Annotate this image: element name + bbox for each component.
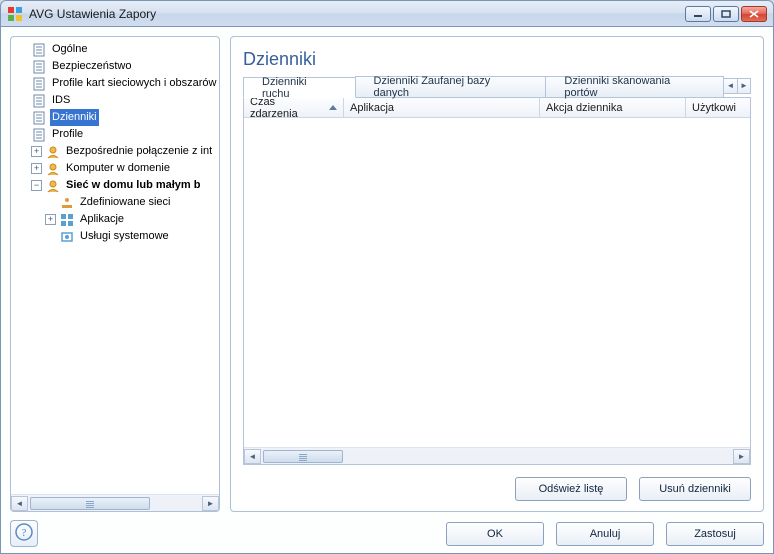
sort-asc-icon xyxy=(329,105,337,110)
tab-scroll-right-icon[interactable]: ► xyxy=(737,78,751,94)
tree-item-label: Aplikacje xyxy=(78,211,126,228)
grid-horizontal-scrollbar[interactable]: ◄ ► xyxy=(244,447,750,464)
scroll-thumb[interactable] xyxy=(30,497,150,510)
person-icon xyxy=(45,178,61,194)
maximize-button[interactable] xyxy=(713,6,739,22)
expand-icon[interactable]: + xyxy=(45,214,56,225)
tree-item-general[interactable]: Ogólne xyxy=(11,41,219,58)
log-grid: Czas zdarzenia Aplikacja Akcja dziennika… xyxy=(243,98,751,465)
network-icon xyxy=(59,195,75,211)
tree-item-security[interactable]: Bezpieczeństwo xyxy=(11,58,219,75)
tree-item-network-profiles[interactable]: Profile kart sieciowych i obszarów xyxy=(11,75,219,92)
window-title: AVG Ustawienia Zapory xyxy=(29,7,156,21)
tab-port-scan-logs[interactable]: Dzienniki skanowania portów xyxy=(545,76,724,97)
tree-item-logs[interactable]: Dzienniki xyxy=(11,109,219,126)
tree-item-label: Zdefiniowane sieci xyxy=(78,194,173,211)
tree-item-label: Sieć w domu lub małym b xyxy=(64,177,202,194)
tab-label: Dzienniki skanowania portów xyxy=(564,75,705,99)
services-icon xyxy=(59,229,75,245)
scroll-right-icon[interactable]: ► xyxy=(202,496,219,511)
minimize-button[interactable] xyxy=(685,6,711,22)
tree-item-applications[interactable]: + Aplikacje xyxy=(11,211,219,228)
tab-label: Dzienniki ruchu xyxy=(262,76,337,100)
column-label: Akcja dziennika xyxy=(546,102,622,114)
scroll-left-icon[interactable]: ◄ xyxy=(244,449,261,464)
tree-item-label: IDS xyxy=(50,92,72,109)
apps-icon xyxy=(59,212,75,228)
help-icon: ? xyxy=(15,523,33,544)
tree-item-domain-computer[interactable]: + Komputer w domenie xyxy=(11,160,219,177)
refresh-list-button[interactable]: Odśwież listę xyxy=(515,477,627,501)
tree-item-label: Komputer w domenie xyxy=(64,160,172,177)
close-button[interactable] xyxy=(741,6,767,22)
scroll-right-icon[interactable]: ► xyxy=(733,449,750,464)
delete-logs-button[interactable]: Usuń dzienniki xyxy=(639,477,751,501)
tree-item-label: Usługi systemowe xyxy=(78,228,171,245)
file-icon xyxy=(31,127,47,143)
tree-item-label: Bezpośrednie połączenie z int xyxy=(64,143,214,160)
column-header-user[interactable]: Użytkowi xyxy=(686,98,750,117)
file-icon xyxy=(31,76,47,92)
tab-trusted-db-logs[interactable]: Dzienniki Zaufanej bazy danych xyxy=(355,76,547,97)
file-icon xyxy=(31,93,47,109)
person-icon xyxy=(45,144,61,160)
expand-icon[interactable]: + xyxy=(31,163,42,174)
column-header-application[interactable]: Aplikacja xyxy=(344,98,540,117)
column-label: Użytkowi xyxy=(692,102,736,114)
tab-label: Dzienniki Zaufanej bazy danych xyxy=(374,75,528,99)
cancel-button[interactable]: Anuluj xyxy=(556,522,654,546)
apply-button[interactable]: Zastosuj xyxy=(666,522,764,546)
tree-item-label: Profile kart sieciowych i obszarów xyxy=(50,75,218,92)
tree-item-profiles[interactable]: Profile xyxy=(11,126,219,143)
column-header-event-time[interactable]: Czas zdarzenia xyxy=(244,98,344,117)
tree-item-label: Profile xyxy=(50,126,85,143)
tree-item-direct-connection[interactable]: + Bezpośrednie połączenie z int xyxy=(11,143,219,160)
tree-item-label: Ogólne xyxy=(50,41,89,58)
column-header-log-action[interactable]: Akcja dziennika xyxy=(540,98,686,117)
tab-scroll-left-icon[interactable]: ◄ xyxy=(723,78,737,94)
tree-horizontal-scrollbar[interactable]: ◄ ► xyxy=(11,494,219,511)
file-icon xyxy=(31,42,47,58)
scroll-thumb[interactable] xyxy=(263,450,343,463)
tree-item-ids[interactable]: IDS xyxy=(11,92,219,109)
tab-bar: Dzienniki ruchu Dzienniki Zaufanej bazy … xyxy=(243,76,751,98)
navigation-tree-panel: Ogólne Bezpieczeństwo Profile kart sieci… xyxy=(10,36,220,512)
app-icon xyxy=(7,6,23,22)
tree-item-label: Bezpieczeństwo xyxy=(50,58,134,75)
tree-item-system-services[interactable]: Usługi systemowe xyxy=(11,228,219,245)
tab-traffic-logs[interactable]: Dzienniki ruchu xyxy=(243,77,356,98)
page-title: Dzienniki xyxy=(243,49,751,70)
grid-body-empty xyxy=(244,118,750,447)
collapse-icon[interactable]: − xyxy=(31,180,42,191)
tree-item-defined-networks[interactable]: Zdefiniowane sieci xyxy=(11,194,219,211)
scroll-left-icon[interactable]: ◄ xyxy=(11,496,28,511)
content-panel: Dzienniki Dzienniki ruchu Dzienniki Zauf… xyxy=(230,36,764,512)
svg-text:?: ? xyxy=(22,527,27,539)
tree-item-label: Dzienniki xyxy=(50,109,99,126)
person-icon xyxy=(45,161,61,177)
titlebar: AVG Ustawienia Zapory xyxy=(0,0,774,27)
ok-button[interactable]: OK xyxy=(446,522,544,546)
file-icon xyxy=(31,110,47,126)
help-button[interactable]: ? xyxy=(10,520,38,547)
column-label: Aplikacja xyxy=(350,102,394,114)
expand-icon[interactable]: + xyxy=(31,146,42,157)
file-icon xyxy=(31,59,47,75)
tree-item-home-network[interactable]: − Sieć w domu lub małym b xyxy=(11,177,219,194)
